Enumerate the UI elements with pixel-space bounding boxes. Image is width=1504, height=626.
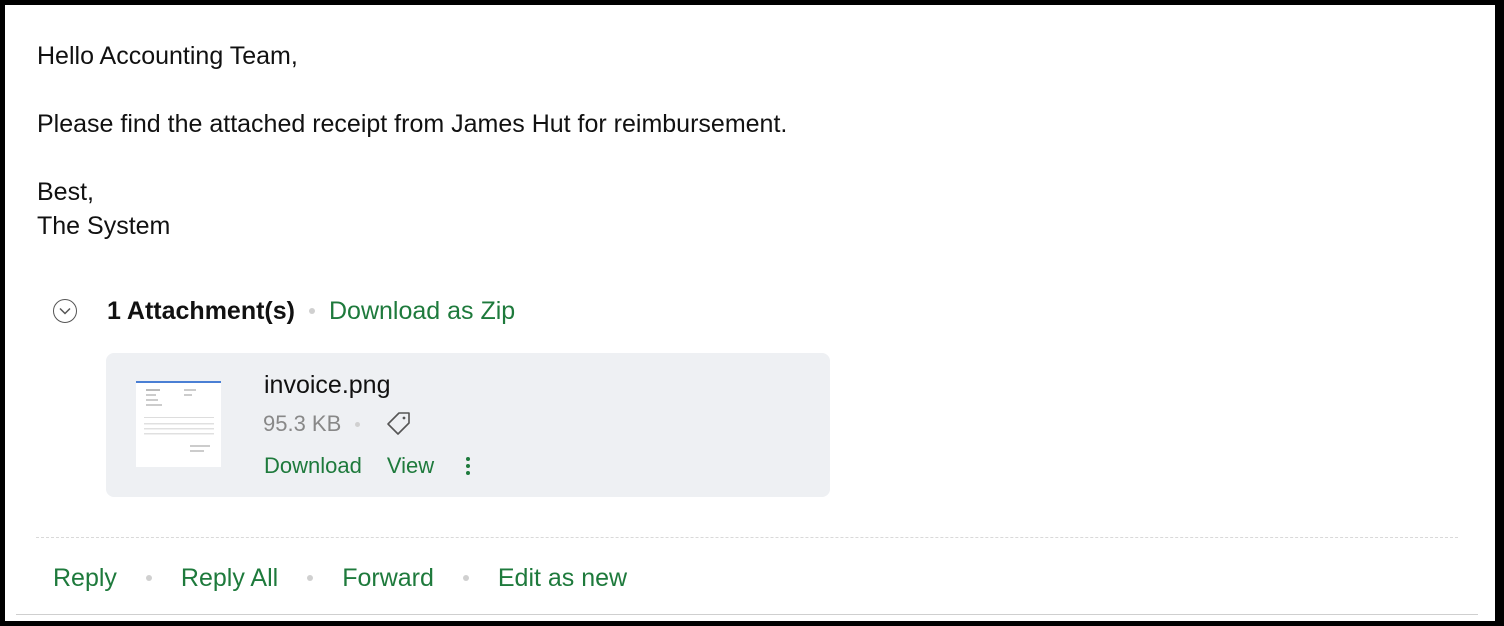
separator-dot — [145, 575, 152, 581]
attachment-size: 95.3 KB — [263, 411, 342, 436]
attachment-card: invoice.png 95.3 KB Download View — [106, 353, 830, 497]
attachment-count: 1 Attachment(s) — [107, 296, 295, 325]
chevron-down-icon[interactable] — [53, 299, 77, 323]
body-line: Please find the attached receipt from Ja… — [37, 110, 788, 138]
reply-all-button[interactable]: Reply All — [181, 564, 278, 593]
email-body: Hello Accounting Team, Please find the a… — [37, 39, 787, 243]
edit-as-new-button[interactable]: Edit as new — [498, 564, 627, 593]
separator-dot — [355, 421, 361, 427]
separator-dot — [307, 575, 314, 581]
separator-dot — [309, 308, 315, 314]
tag-icon[interactable] — [386, 411, 412, 437]
attachment-thumbnail[interactable] — [136, 381, 221, 467]
divider — [16, 614, 1478, 615]
separator-dot — [462, 575, 469, 581]
message-actions: Reply Reply All Forward Edit as new — [53, 559, 627, 597]
attachment-actions: Download View — [264, 451, 471, 481]
more-options-icon[interactable] — [465, 456, 471, 476]
attachments-header: 1 Attachment(s) Download as Zip — [53, 292, 515, 330]
divider — [36, 537, 1458, 538]
download-zip-link[interactable]: Download as Zip — [329, 297, 515, 326]
forward-button[interactable]: Forward — [342, 564, 434, 593]
email-message-view: Hello Accounting Team, Please find the a… — [5, 5, 1495, 621]
download-link[interactable]: Download — [264, 453, 362, 479]
attachment-filename: invoice.png — [264, 371, 391, 399]
signature-text: The System — [37, 212, 171, 240]
view-link[interactable]: View — [387, 453, 434, 479]
signoff-text: Best, — [37, 178, 94, 206]
attachment-meta: 95.3 KB — [263, 409, 412, 439]
greeting-text: Hello Accounting Team, — [37, 42, 298, 70]
reply-button[interactable]: Reply — [53, 564, 117, 593]
